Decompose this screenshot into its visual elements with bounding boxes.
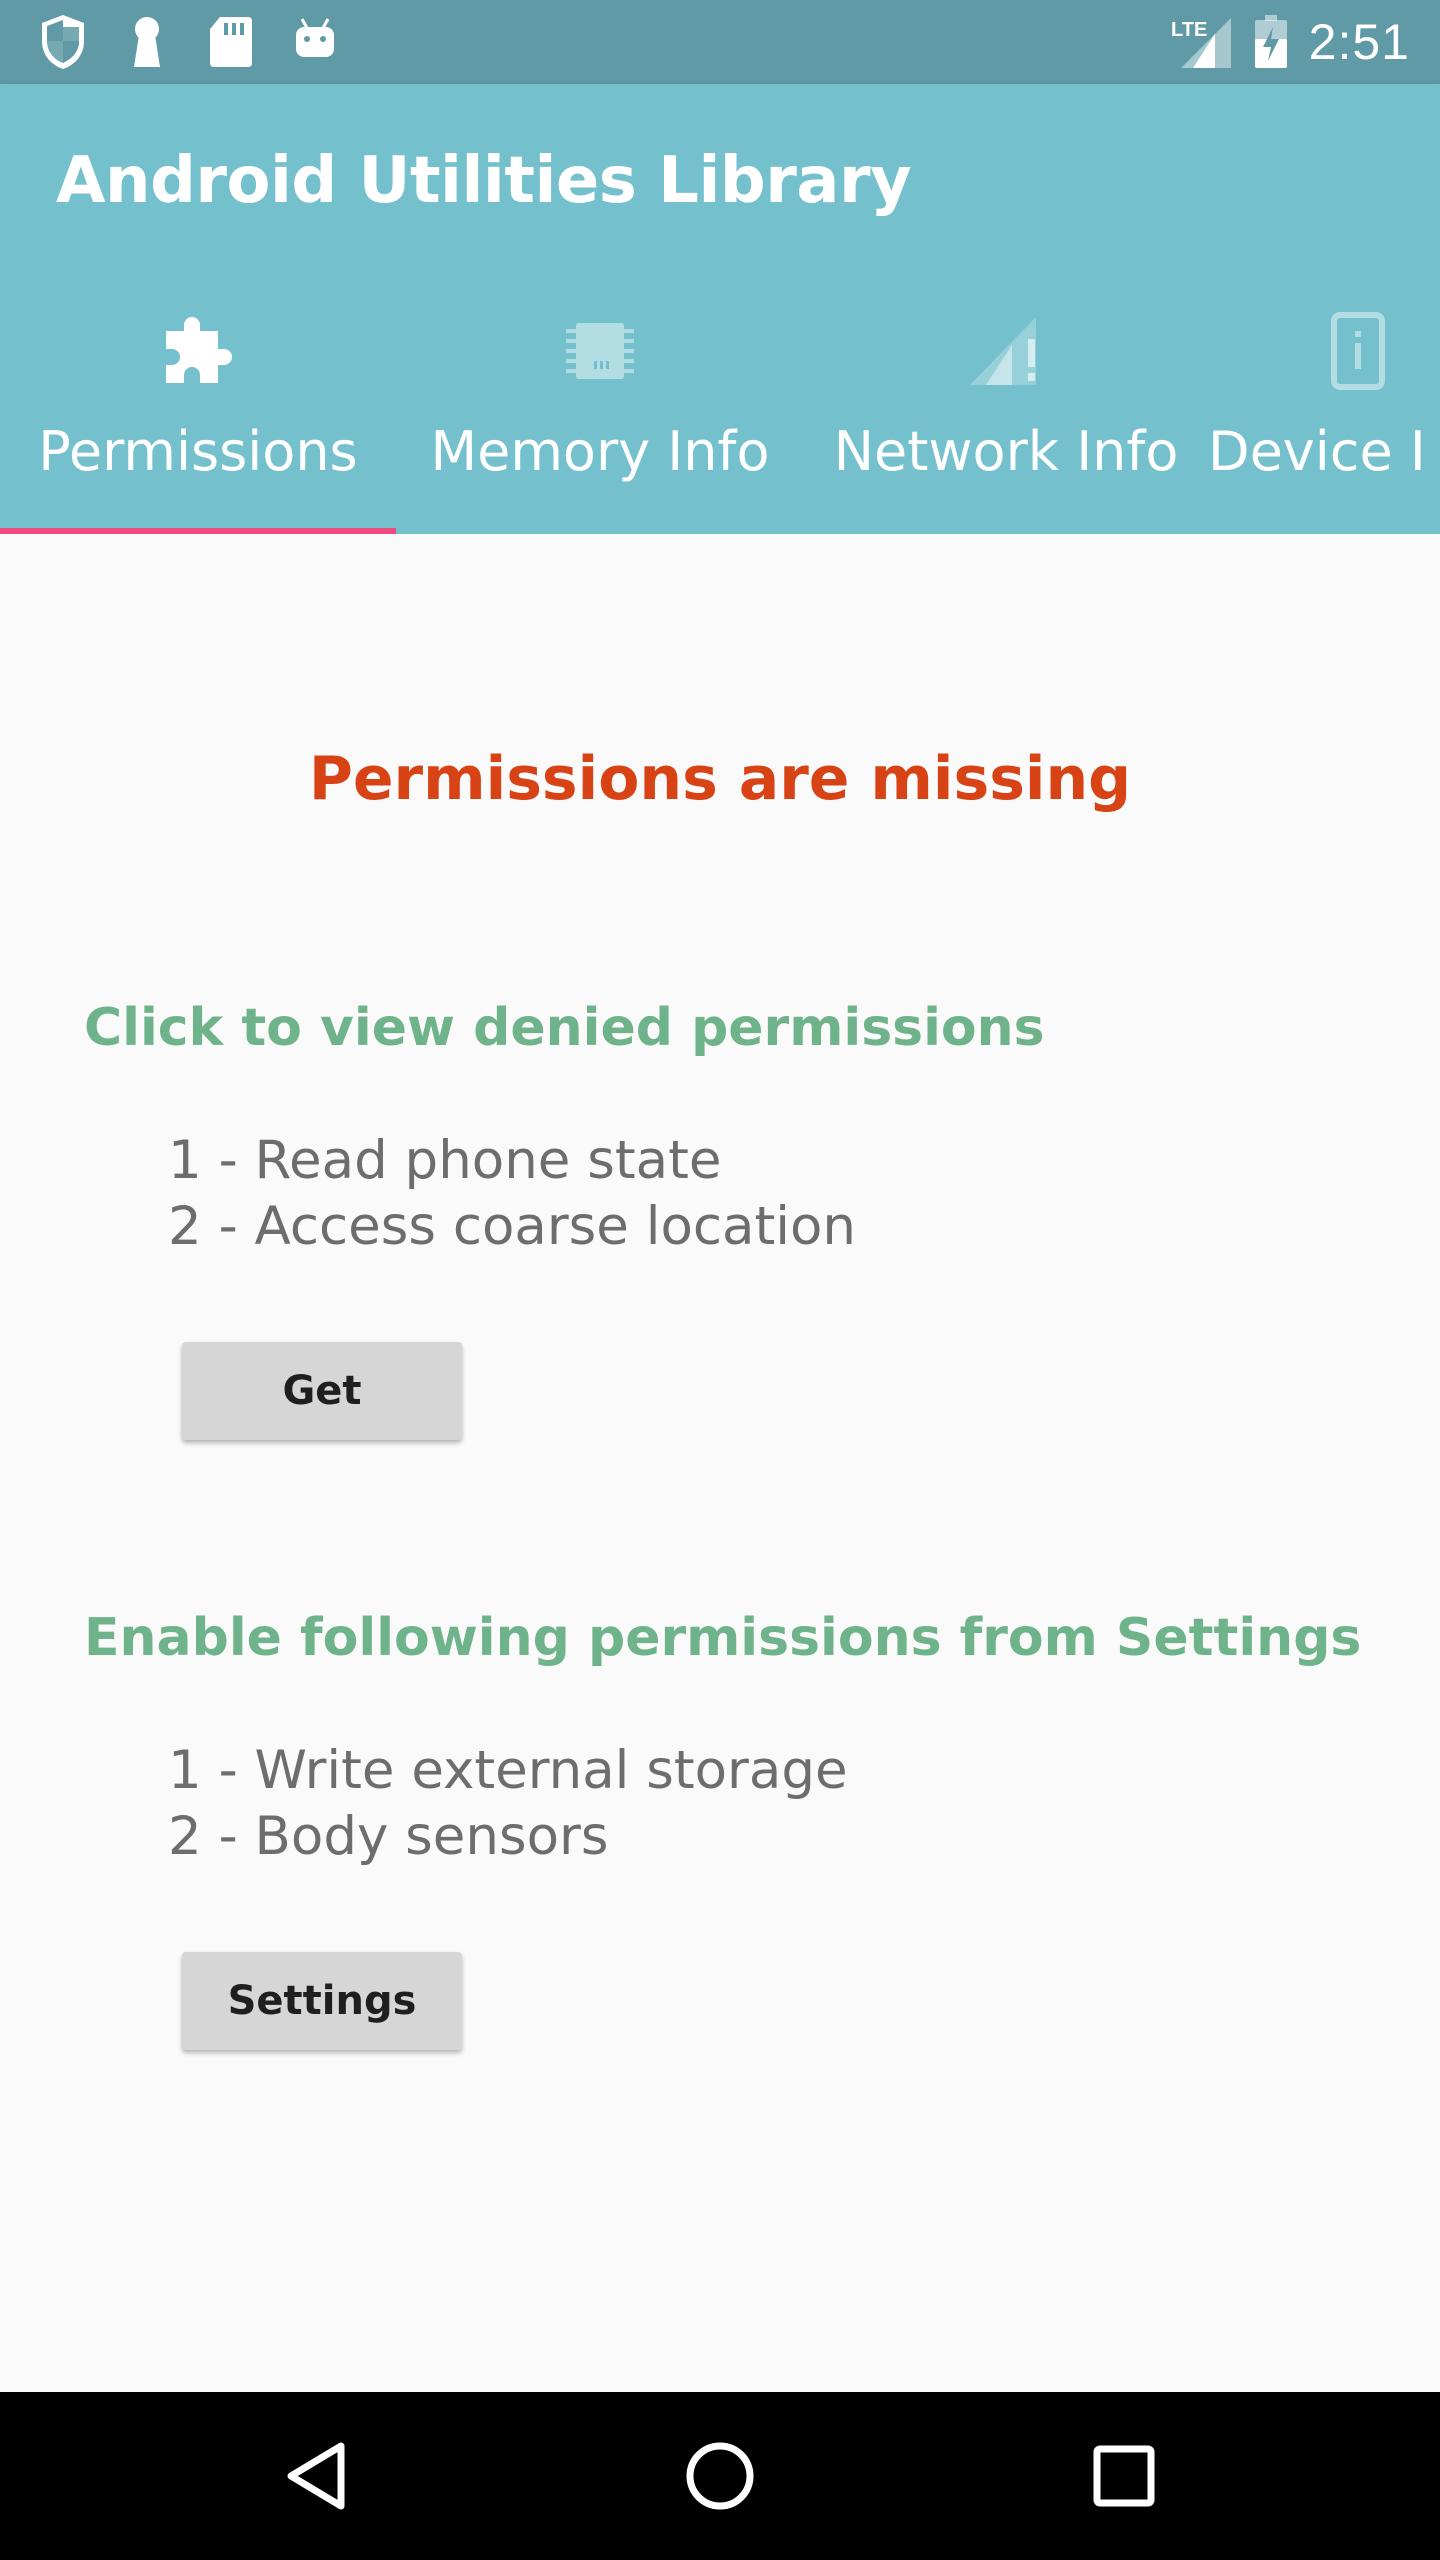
settings-permissions-heading: Enable following permissions from Settin…	[84, 1608, 1362, 1668]
svg-text:LTE: LTE	[1171, 19, 1207, 41]
phone-info-icon	[1328, 306, 1388, 396]
settings-button[interactable]: Settings	[182, 1952, 462, 2050]
status-notification-icons	[38, 12, 340, 72]
list-item: 1 - Write external storage	[168, 1740, 848, 1801]
tab-memory-info[interactable]: Memory Info	[396, 284, 804, 534]
home-icon	[686, 2442, 754, 2510]
tab-label: Memory Info	[430, 420, 770, 483]
shield-icon	[42, 15, 84, 69]
list-item: 2 - Access coarse location	[168, 1196, 857, 1257]
denied-permissions-list: 1 - Read phone state 2 - Access coarse l…	[168, 1128, 856, 1260]
tab-device-info[interactable]: Device I	[1208, 284, 1440, 534]
back-button[interactable]	[266, 2426, 366, 2526]
clock-time: 2:51	[1308, 14, 1410, 70]
tab-label: Device I	[1208, 420, 1426, 483]
recents-button[interactable]	[1074, 2426, 1174, 2526]
app-bar: Android Utilities Library Permissions Me…	[0, 84, 1440, 534]
tab-label: Network Info	[833, 420, 1179, 483]
sd-card-icon	[210, 17, 252, 67]
lte-signal-icon: LTE	[1171, 18, 1231, 68]
denied-permissions-heading[interactable]: Click to view denied permissions	[84, 998, 1045, 1058]
list-item: 1 - Read phone state	[168, 1130, 722, 1191]
app-title: Android Utilities Library	[56, 144, 912, 218]
battery-charging-icon	[1254, 15, 1287, 68]
get-button[interactable]: Get	[182, 1342, 462, 1440]
permissions-status-title: Permissions are missing	[308, 744, 1132, 814]
list-item: 2 - Body sensors	[168, 1806, 609, 1867]
android-icon	[296, 18, 334, 57]
tab-label: Permissions	[38, 420, 358, 483]
signal-alert-icon	[966, 306, 1046, 396]
home-button[interactable]	[670, 2426, 770, 2526]
puzzle-icon	[158, 306, 238, 396]
navigation-bar	[0, 2392, 1440, 2560]
status-bar: LTE 2:51	[0, 0, 1440, 84]
keyhole-icon	[134, 17, 160, 67]
recents-icon	[1093, 2445, 1155, 2507]
permissions-content: Permissions are missing Click to view de…	[0, 534, 1440, 2392]
settings-permissions-list: 1 - Write external storage 2 - Body sens…	[168, 1738, 848, 1870]
tab-network-info[interactable]: Network Info	[804, 284, 1208, 534]
chip-icon	[560, 306, 640, 396]
tab-bar: Permissions Memory Info Network Info Dev…	[0, 284, 1440, 534]
status-system-icons: LTE 2:51	[1171, 12, 1410, 72]
back-icon	[287, 2442, 345, 2510]
tab-permissions[interactable]: Permissions	[0, 284, 396, 534]
